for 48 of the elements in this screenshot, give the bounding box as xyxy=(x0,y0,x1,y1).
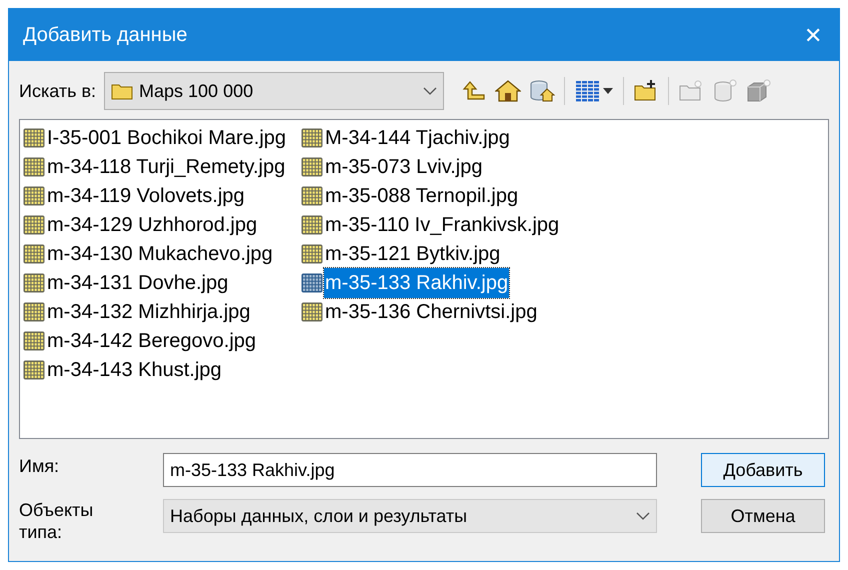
list-view-icon xyxy=(575,80,600,102)
look-in-dropdown[interactable]: Maps 100 000 xyxy=(104,72,444,110)
chevron-down-icon xyxy=(423,87,438,95)
look-in-value: Maps 100 000 xyxy=(139,80,254,103)
file-item[interactable]: m-34-143 Khust.jpg xyxy=(23,355,288,384)
raster-image-icon xyxy=(301,186,324,206)
raster-image-icon xyxy=(23,186,45,206)
name-field[interactable]: m-35-133 Rakhiv.jpg xyxy=(163,453,657,487)
type-value: Наборы данных, слои и результаты xyxy=(170,504,468,528)
file-item[interactable]: m-35-110 Iv_Frankivsk.jpg xyxy=(301,210,560,239)
file-item[interactable]: m-35-121 Bytkiv.jpg xyxy=(301,239,560,268)
raster-image-icon xyxy=(23,302,45,322)
raster-image-icon xyxy=(23,128,45,148)
raster-image-icon xyxy=(23,330,45,350)
raster-image-icon xyxy=(23,214,45,234)
file-item[interactable]: m-34-132 Mizhhirja.jpg xyxy=(23,297,288,326)
file-item[interactable]: m-35-073 Lviv.jpg xyxy=(301,152,560,181)
file-item[interactable]: m-35-088 Ternopil.jpg xyxy=(301,181,560,210)
file-item[interactable]: m-35-136 Chernivtsi.jpg xyxy=(301,297,560,326)
raster-image-icon xyxy=(23,244,45,264)
raster-image-icon xyxy=(23,272,45,292)
raster-image-icon xyxy=(301,244,324,264)
raster-image-icon xyxy=(301,302,324,322)
file-item[interactable]: m-34-142 Beregovo.jpg xyxy=(23,326,288,355)
folder-icon xyxy=(111,82,134,100)
file-item[interactable]: m-34-131 Dovhe.jpg xyxy=(23,268,288,297)
file-item[interactable]: m-34-130 Mukachevo.jpg xyxy=(23,239,288,268)
caret-down-icon xyxy=(603,88,614,94)
file-item[interactable]: I-35-001 Bochikoi Mare.jpg xyxy=(23,123,288,152)
type-dropdown[interactable]: Наборы данных, слои и результаты xyxy=(163,499,657,533)
dialog-button[interactable]: Отмена xyxy=(701,499,825,533)
window-title: Добавить данные xyxy=(23,23,188,48)
chevron-down-icon xyxy=(636,512,650,520)
file-item[interactable]: M-34-144 Tjachiv.jpg xyxy=(301,123,560,152)
raster-image-icon xyxy=(23,360,45,380)
raster-image-icon xyxy=(301,272,324,292)
type-label: Объекты типа: xyxy=(19,499,94,543)
raster-image-icon xyxy=(301,156,324,176)
file-item[interactable]: m-34-129 Uzhhorod.jpg xyxy=(23,210,288,239)
close-button[interactable]: ✕ xyxy=(787,9,839,61)
file-item[interactable]: m-34-119 Volovets.jpg xyxy=(23,181,288,210)
dialog-button[interactable]: Добавить xyxy=(701,453,825,487)
raster-image-icon xyxy=(23,156,45,176)
raster-image-icon xyxy=(301,214,324,234)
look-in-label: Искать в: xyxy=(19,80,96,102)
raster-image-icon xyxy=(301,128,324,148)
name-label: Имя: xyxy=(19,455,60,478)
file-item[interactable]: m-34-118 Turji_Remety.jpg xyxy=(23,152,288,181)
